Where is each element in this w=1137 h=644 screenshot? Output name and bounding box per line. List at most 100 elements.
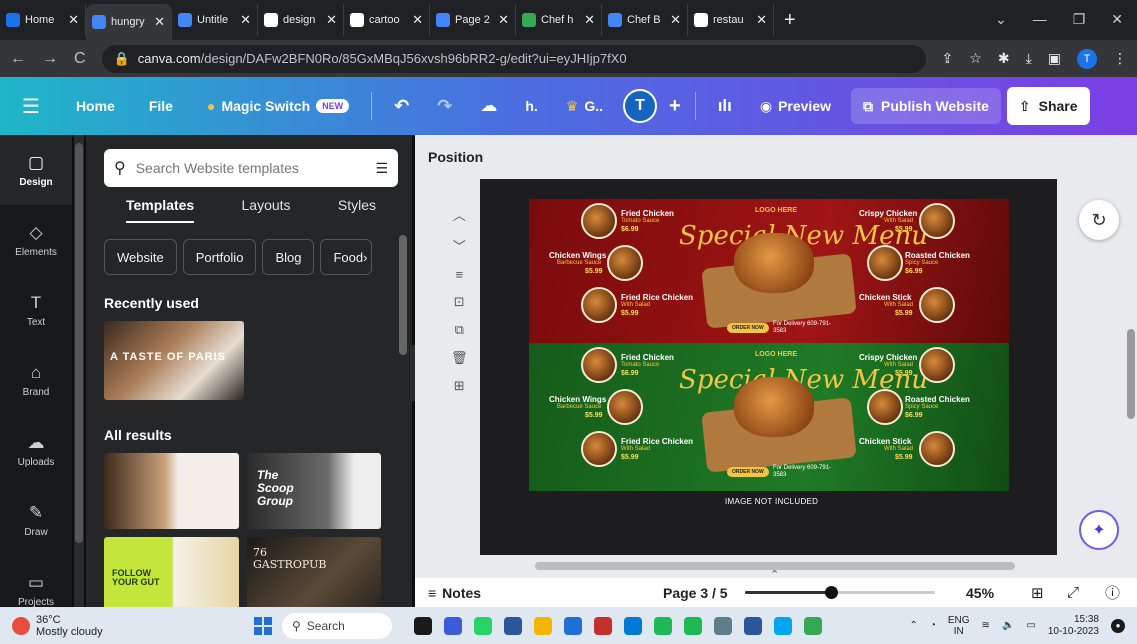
design-page[interactable]: LOGO HERE Special New Menu ORDER NOW For De… [480,179,1057,555]
duplicate-page-icon[interactable]: ⧉ [455,322,464,338]
cloud-saved-icon[interactable]: ☁ [466,96,511,116]
windows-start-icon[interactable] [254,616,272,635]
rail-item-brand[interactable]: ⌂ Brand [0,345,72,415]
extensions-icon[interactable]: ✱ [998,50,1010,67]
back-icon[interactable]: ← [10,50,26,68]
taskbar-app-icon[interactable] [684,616,702,635]
zoom-slider-knob[interactable] [825,586,838,599]
editor-vertical-scrollbar[interactable] [1125,179,1137,559]
tab-styles[interactable]: Styles [338,197,376,223]
magic-sparkle-icon[interactable]: ✦ [1079,510,1119,550]
filter-sliders-icon[interactable]: ☰ [375,160,388,177]
close-tab-icon[interactable]: ✕ [498,12,509,28]
user-avatar[interactable]: T [623,89,657,123]
weather-widget[interactable]: 36°C Mostly cloudy [0,614,240,638]
notes-button[interactable]: ≡ Notes [428,585,481,601]
network-icon[interactable]: ◔ [930,620,936,631]
url-field[interactable]: 🔒 canva.com/design/DAFw2BFN0Ro/85GxMBqJ5… [101,44,926,73]
sidebar-icon[interactable]: ▣ [1048,50,1061,67]
result-template-gastropub[interactable]: 76 GASTROPUB [247,537,381,607]
menu-banner-green[interactable]: LOGO HERE Special New Menu ORDER NOW For De… [529,343,1009,491]
browser-tab[interactable]: Home ✕ [0,4,86,36]
assistant-refresh-icon[interactable]: ↻ [1079,200,1119,240]
close-tab-icon[interactable]: ✕ [412,12,423,28]
chip-blog[interactable]: Blog [262,239,315,275]
menu-banner-red[interactable]: LOGO HERE Special New Menu ORDER NOW For De… [529,199,1009,347]
restore-icon[interactable]: ❐ [1073,11,1086,28]
taskbar-app-icon[interactable] [594,616,612,635]
taskbar-app-icon[interactable] [774,616,792,635]
menu-kebab-icon[interactable]: ⋮ [1113,50,1127,67]
language-indicator[interactable]: ENG IN [948,615,970,637]
chip-portfolio[interactable]: Portfolio [182,239,257,275]
result-template-bakery[interactable] [104,453,239,529]
taskbar-app-icon[interactable] [474,616,492,635]
add-collaborator-icon[interactable]: + [669,95,681,118]
close-tab-icon[interactable]: ✕ [326,12,337,28]
volume-icon[interactable]: 🔈 [1002,620,1014,631]
browser-tab[interactable]: hungry ✕ [86,4,172,40]
panel-scrollbar[interactable] [398,235,408,595]
share-page-icon[interactable]: ⇪ [942,50,954,67]
panel-scroll-thumb[interactable] [399,235,407,355]
browser-tab[interactable]: Chef B ✕ [602,4,688,36]
wifi-icon[interactable]: ≋ [982,620,990,631]
close-tab-icon[interactable]: ✕ [584,12,595,28]
insights-chart-icon[interactable]: ılı [704,96,746,116]
profile-avatar[interactable]: T [1077,48,1097,69]
close-tab-icon[interactable]: ✕ [240,12,251,28]
taskbar-app-icon[interactable] [744,616,762,635]
close-window-icon[interactable]: ✕ [1111,11,1123,28]
result-template-gut[interactable]: FOLLOW YOUR GUT [104,537,239,607]
design-title-button[interactable]: h. [511,98,551,114]
taskbar-app-icon[interactable] [714,616,732,635]
home-button[interactable]: Home [62,98,129,114]
tab-search-icon[interactable]: ⌄ [995,11,1007,28]
rail-item-elements[interactable]: ◇ Elements [0,205,72,275]
upgrade-button[interactable]: ♛ G.. [552,98,617,115]
help-icon[interactable]: ⓘ [1105,582,1120,603]
forward-icon[interactable]: → [42,50,58,68]
preview-button[interactable]: ◉ Preview [746,98,845,115]
redo-icon[interactable]: ↷ [423,96,466,117]
share-button[interactable]: ⇧ Share [1006,87,1090,125]
rail-scrollbar[interactable] [74,135,84,607]
taskbar-app-icon[interactable] [414,616,432,635]
rail-item-design[interactable]: ▢ Design [0,135,72,205]
close-tab-icon[interactable]: ✕ [68,12,79,28]
taskbar-app-icon[interactable] [444,616,462,635]
browser-tab[interactable]: Chef h ✕ [516,4,602,36]
taskbar-app-icon[interactable] [534,616,552,635]
file-menu-button[interactable]: File [129,98,193,114]
recent-template-thumbnail[interactable]: A TASTE OF PARIS [104,321,244,400]
browser-tab[interactable]: Untitle ✕ [172,4,258,36]
notification-icon[interactable]: ● [1111,618,1125,633]
zoom-level[interactable]: 45% [966,585,994,601]
template-search-input[interactable]: ⚲ Search Website templates ☰ [104,149,398,187]
move-down-icon[interactable]: ﹀ [453,236,466,255]
chip-food[interactable]: Food › [320,239,373,275]
chip-website[interactable]: Website [104,239,177,275]
undo-icon[interactable]: ↶ [380,96,423,117]
fullscreen-icon[interactable]: ⤢ [1067,584,1079,601]
publish-website-button[interactable]: ⧉ Publish Website [851,88,1001,124]
add-page-icon[interactable]: ⊞ [454,378,465,394]
delete-page-icon[interactable]: 🗑 [451,350,468,366]
taskbar-app-icon[interactable] [504,616,522,635]
download-icon[interactable]: ⤓ [1026,50,1032,67]
rail-item-uploads[interactable]: ☁ Uploads [0,415,72,485]
taskbar-app-icon[interactable] [564,616,582,635]
rail-item-text[interactable]: T Text [0,275,72,345]
reload-icon[interactable]: C [74,50,86,68]
taskbar-app-icon[interactable] [654,616,672,635]
editor-vscroll-thumb[interactable] [1127,329,1135,419]
zoom-slider[interactable] [745,586,935,599]
tab-layouts[interactable]: Layouts [242,197,291,223]
add-note-icon[interactable]: ≡ [455,267,463,282]
chevron-up-icon[interactable]: ⌃ [770,568,779,581]
minimize-icon[interactable]: — [1033,11,1047,28]
browser-tab[interactable]: design ✕ [258,4,344,36]
move-up-icon[interactable]: ︿ [453,205,466,224]
browser-tab[interactable]: cartoo ✕ [344,4,430,36]
lock-page-icon[interactable]: ⊡ [454,294,465,310]
